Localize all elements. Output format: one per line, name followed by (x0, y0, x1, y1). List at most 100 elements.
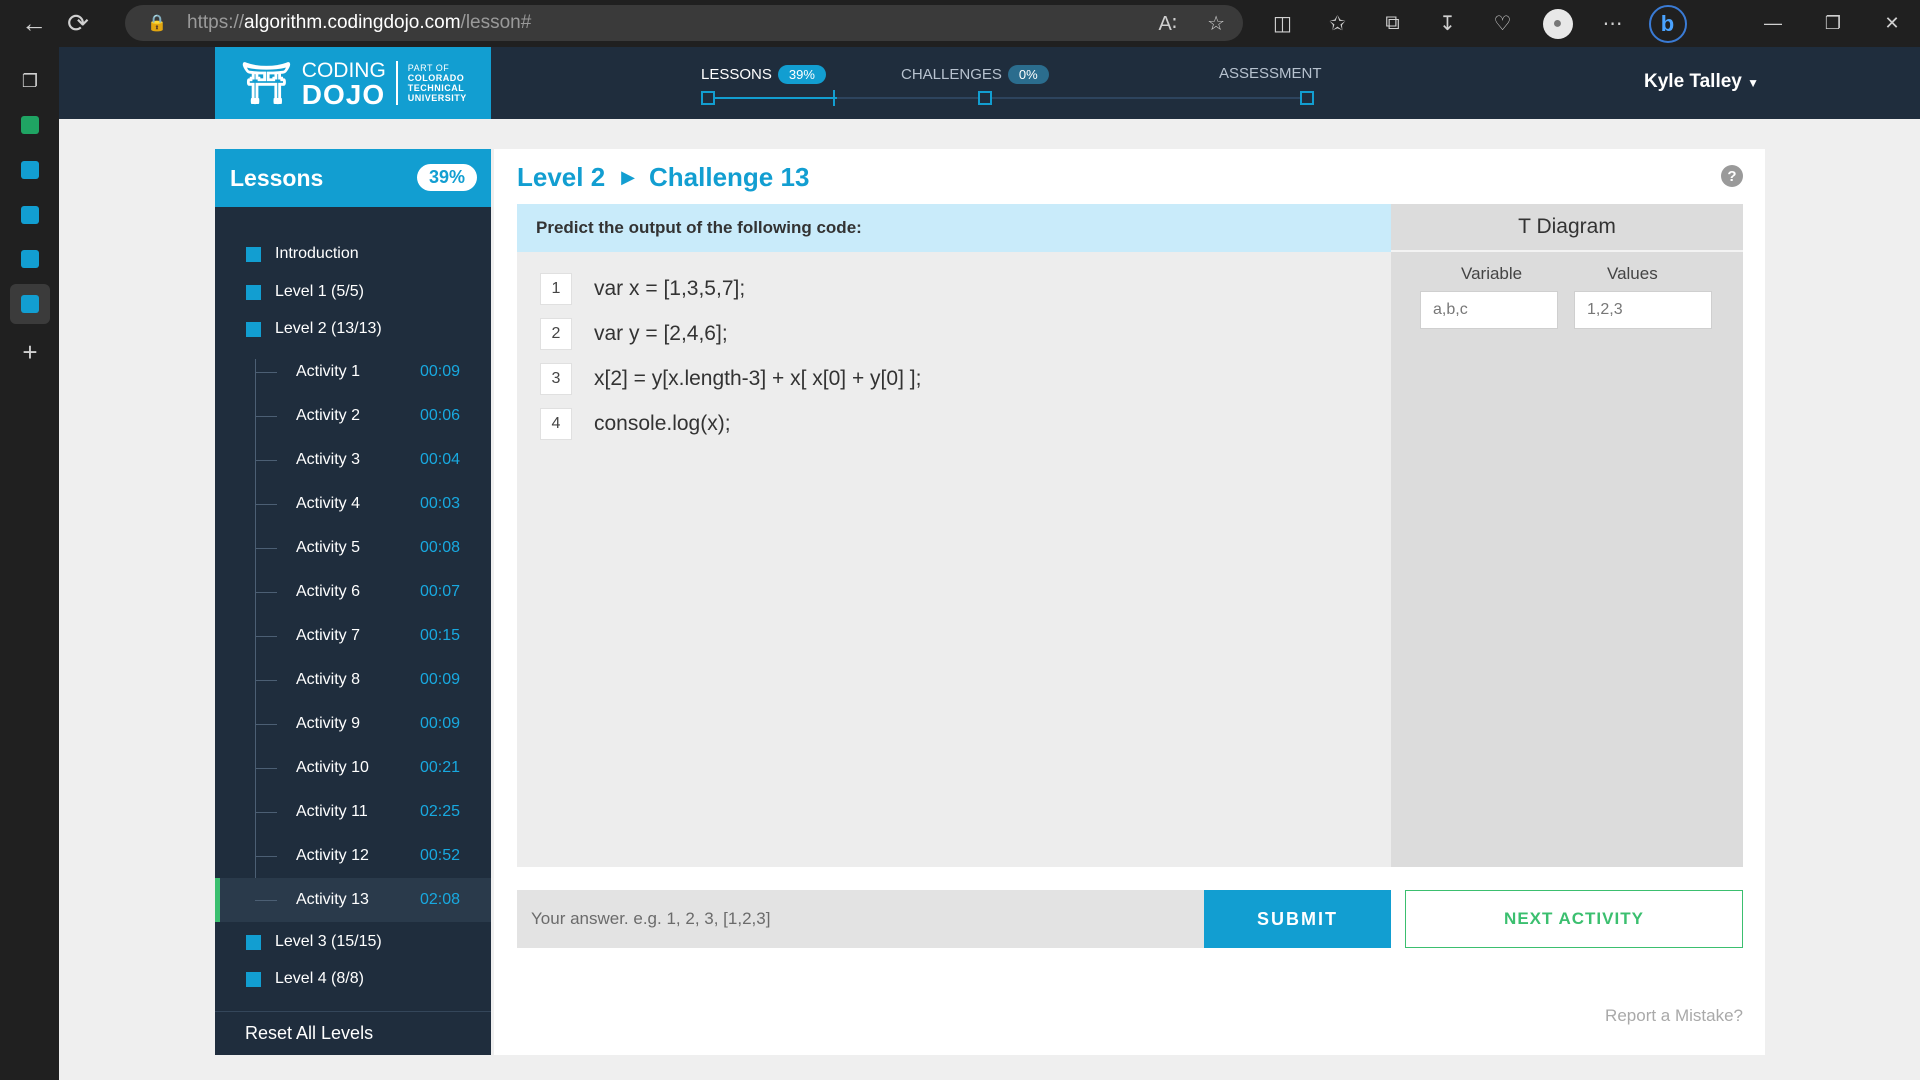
torii-gate-icon: ⛩ (241, 61, 292, 106)
lessons-header: Lessons 39% (215, 149, 491, 207)
profile-icon[interactable]: ● (1530, 0, 1585, 47)
minimize-icon[interactable]: — (1745, 0, 1801, 47)
url-host: algorithm.codingdojo.com (244, 12, 461, 33)
lessons-progress-badge: 39% (777, 65, 826, 84)
lessons-sidebar: Lessons 39% Introduction Level 1 (5/5) L… (215, 149, 491, 1055)
split-screen-icon[interactable]: ◫ (1255, 0, 1310, 47)
collections-icon[interactable]: ⧉ (1365, 0, 1420, 47)
activity-item[interactable]: Activity 9 00:09 (215, 702, 491, 746)
logo-partof: PART OF (407, 63, 450, 73)
progress-node (1300, 91, 1314, 105)
line-number: 2 (540, 318, 572, 350)
line-number: 4 (540, 408, 572, 440)
lessons-title: Lessons (230, 164, 324, 191)
breadcrumb-level[interactable]: Level 2 (517, 162, 605, 193)
t-diagram-values-header: Values (1607, 264, 1658, 283)
code-line: 2 var y = [2,4,6]; (540, 318, 728, 350)
more-icon[interactable]: ⋯ (1585, 0, 1640, 47)
read-aloud-icon[interactable]: A∶ (1159, 11, 1178, 36)
dojo-tab-icon[interactable] (10, 284, 50, 324)
code-text: console.log(x); (594, 412, 731, 435)
code-text: var x = [1,3,5,7]; (594, 277, 746, 300)
t-diagram-variable-header: Variable (1461, 264, 1523, 283)
app: ⛩ CODING DOJO PART OF COLORADO TECHNICAL… (59, 47, 1920, 1080)
t-diagram: T Diagram Variable Values a,b,c 1,2,3 (1391, 204, 1743, 867)
activity-item[interactable]: Activity 3 00:04 (215, 438, 491, 482)
new-tab-icon[interactable]: + (10, 332, 50, 372)
logo-partof: UNIVERSITY (407, 93, 467, 103)
challenge-card: Level 2 ▶ Challenge 13 ? Predict the out… (494, 149, 1765, 1055)
activity-item[interactable]: Activity 7 00:15 (215, 614, 491, 658)
code-line: 4 console.log(x); (540, 408, 731, 440)
t-diagram-values-input[interactable]: 1,2,3 (1574, 291, 1712, 329)
bing-icon[interactable]: b (1640, 0, 1695, 47)
activity-item[interactable]: Activity 4 00:03 (215, 482, 491, 526)
health-icon[interactable]: ♡ (1475, 0, 1530, 47)
app-header: ⛩ CODING DOJO PART OF COLORADO TECHNICAL… (59, 47, 1920, 119)
t-diagram-title: T Diagram (1391, 204, 1743, 252)
url-path: /lesson# (460, 12, 532, 33)
activity-item[interactable]: Activity 5 00:08 (215, 526, 491, 570)
activity-item[interactable]: Activity 11 02:25 (215, 790, 491, 834)
logo-partof: TECHNICAL (407, 83, 465, 93)
code-block: 1 var x = [1,3,5,7]; 2 var y = [2,4,6]; … (517, 252, 1391, 867)
caret-down-icon: ▼ (1747, 76, 1760, 90)
refresh-icon[interactable]: ⟳ (56, 4, 100, 44)
browser-sidebar: ❐ + (0, 47, 59, 1080)
code-line: 1 var x = [1,3,5,7]; (540, 273, 745, 305)
progress-node (978, 91, 992, 105)
user-menu[interactable]: Kyle Talley ▼ (1644, 71, 1759, 93)
sidebar-item-introduction[interactable]: Introduction (215, 245, 491, 263)
progress-nav: LESSONS 39% CHALLENGES 0% ASSESSMENT (639, 47, 1322, 119)
logo[interactable]: ⛩ CODING DOJO PART OF COLORADO TECHNICAL… (215, 47, 491, 119)
tab-lessons[interactable]: LESSONS 39% (701, 65, 826, 84)
dojo-tab-icon[interactable] (10, 239, 50, 279)
activity-item[interactable]: Activity 8 00:09 (215, 658, 491, 702)
answer-input[interactable]: Your answer. e.g. 1, 2, 3, [1,2,3] (517, 890, 1204, 948)
tab-challenges[interactable]: CHALLENGES 0% (901, 65, 1049, 84)
code-text: x[2] = y[x.length-3] + x[ x[0] + y[0] ]; (594, 367, 922, 390)
progress-marker (833, 90, 835, 106)
sidebar-item-level-2[interactable]: Level 2 (13/13) (215, 320, 491, 338)
close-icon[interactable]: ✕ (1864, 0, 1920, 47)
sidebar-item-level-3[interactable]: Level 3 (15/15) (215, 933, 491, 951)
activity-item[interactable]: Activity 12 00:52 (215, 834, 491, 878)
breadcrumb: Level 2 ▶ Challenge 13 (517, 162, 809, 193)
t-diagram-variable-input[interactable]: a,b,c (1420, 291, 1558, 329)
submit-button[interactable]: SUBMIT (1204, 890, 1391, 948)
progress-fill (701, 97, 837, 99)
back-icon[interactable]: ← (12, 4, 56, 44)
code-line: 3 x[2] = y[x.length-3] + x[ x[0] + y[0] … (540, 363, 921, 395)
restore-icon[interactable]: ❐ (1805, 0, 1861, 47)
favorites-icon[interactable]: ✩ (1310, 0, 1365, 47)
download-icon[interactable]: ↧ (1420, 0, 1475, 47)
sidebar-item-level-1[interactable]: Level 1 (5/5) (215, 283, 491, 301)
reset-all-levels-button[interactable]: Reset All Levels (215, 1011, 491, 1055)
tab-assessment[interactable]: ASSESSMENT (1219, 65, 1322, 82)
sheets-tab-icon[interactable] (10, 105, 50, 145)
activity-item[interactable]: Activity 2 00:06 (215, 394, 491, 438)
next-activity-button[interactable]: NEXT ACTIVITY (1405, 890, 1743, 948)
avatar: ● (1542, 8, 1573, 39)
dojo-tab-icon[interactable] (10, 150, 50, 190)
favorite-star-icon[interactable]: ☆ (1207, 11, 1225, 36)
line-number: 1 (540, 273, 572, 305)
tab-actions-icon[interactable]: ❐ (10, 61, 50, 101)
help-icon[interactable]: ? (1721, 165, 1743, 187)
url-scheme: https:// (187, 12, 245, 33)
address-bar[interactable]: 🔒 https://algorithm.codingdojo.com/lesso… (125, 5, 1243, 41)
breadcrumb-challenge: Challenge 13 (649, 162, 810, 192)
activity-item[interactable]: Activity 6 00:07 (215, 570, 491, 614)
line-number: 3 (540, 363, 572, 395)
lock-icon: 🔒 (147, 15, 167, 32)
dojo-tab-icon[interactable] (10, 195, 50, 235)
caret-right-icon: ▶ (621, 167, 636, 187)
lessons-badge: 39% (416, 164, 477, 191)
logo-word-2: DOJO (301, 79, 386, 110)
activity-item[interactable]: Activity 10 00:21 (215, 746, 491, 790)
progress-node (701, 91, 715, 105)
report-mistake-link[interactable]: Report a Mistake? (1605, 1006, 1743, 1026)
activity-item-active[interactable]: Activity 13 02:08 (215, 878, 491, 922)
activity-item[interactable]: Activity 1 00:09 (215, 350, 491, 394)
sidebar-item-level-4[interactable]: Level 4 (8/8) (215, 970, 491, 988)
